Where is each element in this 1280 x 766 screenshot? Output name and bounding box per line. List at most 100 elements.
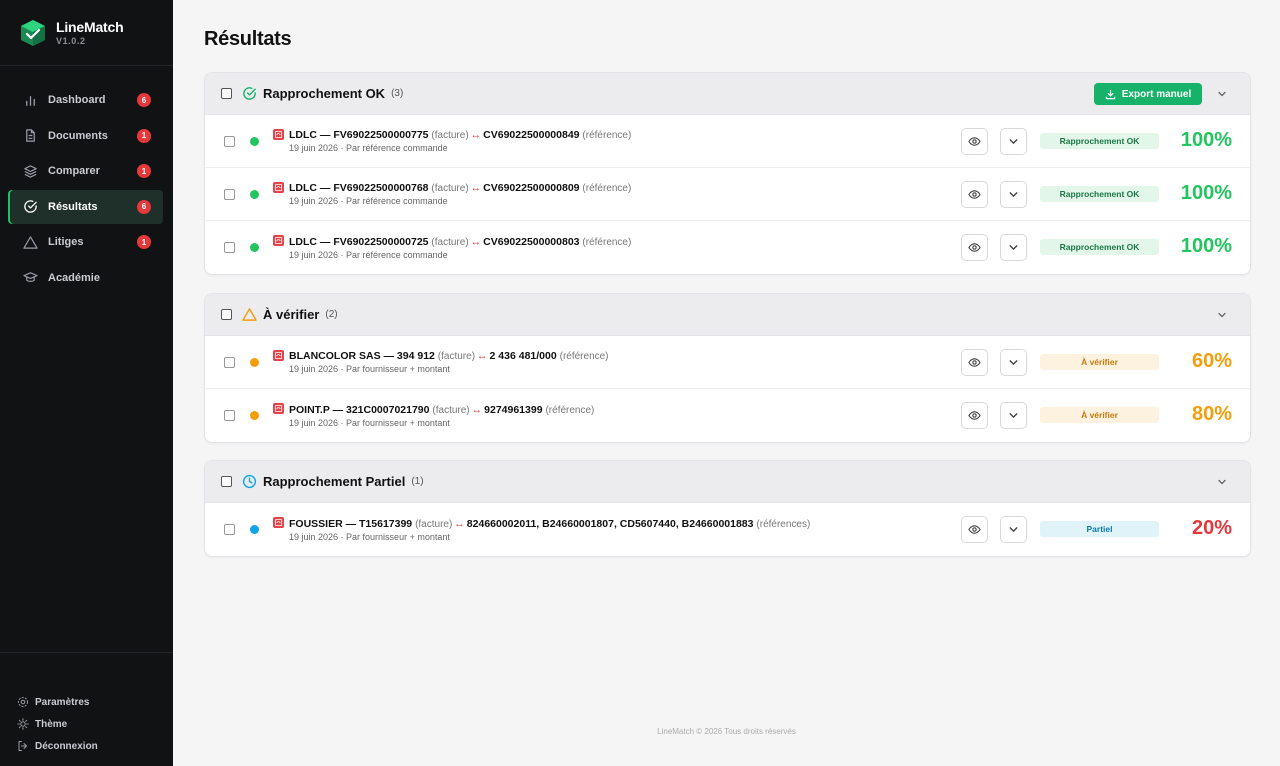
match-pair[interactable]: LDLC — FV69022500000768 (facture) ↔ CV6902…: [289, 182, 631, 194]
eye-icon: [968, 409, 981, 422]
export-manual-button[interactable]: Export manuel: [1094, 83, 1202, 105]
group-count: (3): [391, 88, 404, 99]
link-arrow: ↔: [477, 350, 488, 362]
pdf-icon: [273, 517, 284, 528]
logout-icon: [17, 740, 29, 752]
group-count: (2): [325, 309, 338, 320]
sidebar-item-documents[interactable]: Documents 1: [8, 119, 163, 153]
link-arrow: ↔: [470, 235, 482, 248]
chevron-down-icon: [1007, 188, 1020, 201]
view-button[interactable]: [961, 349, 988, 376]
expand-row-button[interactable]: [1000, 128, 1027, 155]
brand-name: LineMatch: [56, 18, 124, 35]
count-badge: 6: [137, 93, 151, 107]
match-pair[interactable]: LDLC — FV69022500000775 (facture) ↔ CV6902…: [289, 129, 631, 141]
sidebar-bottom: Paramètres Thème Déconnexion: [0, 652, 173, 766]
status-dot: [250, 189, 259, 199]
chevron-down-icon[interactable]: [1216, 88, 1228, 100]
invoice-type: (facture): [437, 351, 476, 362]
expand-row-button[interactable]: [1000, 349, 1027, 376]
sidebar-item-label: Comparer: [48, 165, 100, 177]
chevron-down-icon: [1007, 356, 1020, 369]
bar-chart-icon: [22, 92, 38, 108]
brand[interactable]: LineMatch V1.0.2: [0, 0, 173, 66]
sidebar-item-dashboard[interactable]: Dashboard 6: [8, 83, 163, 117]
reference-type: (référence): [582, 183, 632, 194]
row-text: LDLC — FV69022500000768 (facture) ↔ CV6902…: [289, 182, 631, 206]
count-badge: 6: [137, 199, 151, 214]
group-header[interactable]: À vérifier (2): [205, 294, 1250, 336]
result-row: LDLC — FV69022500000775 (facture) ↔ CV6902…: [205, 115, 1250, 168]
match-pair[interactable]: FOUSSIER — T15617399 (facture) ↔ 824660002…: [289, 518, 810, 530]
result-row: LDLC — FV69022500000725 (facture) ↔ CV6902…: [205, 221, 1250, 274]
row-select-checkbox[interactable]: [224, 356, 235, 368]
result-row: LDLC — FV69022500000768 (facture) ↔ CV6902…: [205, 168, 1250, 221]
eye-icon: [968, 135, 981, 148]
row-select-checkbox[interactable]: [224, 242, 235, 253]
sidebar: LineMatch V1.0.2 Dashboard 6 Documents 1…: [0, 0, 173, 766]
export-label: Export manuel: [1121, 88, 1192, 100]
status-dot: [250, 136, 259, 146]
invoice-ref: BLANCOLOR SAS — 394 912: [289, 350, 435, 362]
main-content: Résultats Rapprochement OK (3) Export manu…: [173, 0, 1280, 766]
sidebar-item-litiges[interactable]: Litiges 1: [8, 225, 163, 259]
result-group: À vérifier (2) BLANCOLOR SAS — 394 912 (fa…: [204, 293, 1251, 443]
settings-link[interactable]: Paramètres: [0, 691, 173, 713]
invoice-type: (facture): [431, 130, 469, 141]
group-header[interactable]: Rapprochement Partiel (1): [205, 461, 1250, 503]
row-select-checkbox[interactable]: [224, 524, 235, 535]
logout-link[interactable]: Déconnexion: [0, 735, 173, 757]
view-button[interactable]: [961, 516, 988, 543]
count-badge: 1: [137, 235, 151, 249]
group-header[interactable]: Rapprochement OK (3) Export manuel: [205, 73, 1250, 115]
gear-icon: [17, 696, 29, 708]
reference-ref: CV69022500000849: [483, 129, 580, 141]
group-title: Rapprochement OK: [263, 86, 386, 101]
sidebar-item-resultats[interactable]: Résultats 6: [8, 189, 163, 224]
pdf-icon: [273, 403, 284, 414]
invoice-ref: POINT.P — 321C0007021790: [289, 403, 430, 416]
reference-ref: CV69022500000809: [483, 182, 580, 194]
view-button[interactable]: [961, 181, 988, 208]
theme-toggle[interactable]: Thème: [0, 713, 173, 735]
row-select-checkbox[interactable]: [224, 135, 235, 147]
reference-ref: 9274961399: [484, 403, 543, 416]
status-badge: Partiel: [1040, 521, 1159, 537]
row-meta: 19 juin 2026 · Par référence commande: [289, 143, 448, 153]
row-select-checkbox[interactable]: [224, 410, 235, 421]
expand-row-button[interactable]: [1000, 234, 1027, 261]
reference-type: (référence): [582, 130, 632, 141]
sun-icon: [17, 718, 29, 730]
chevron-down-icon[interactable]: [1216, 476, 1228, 488]
eye-icon: [968, 523, 981, 536]
count-badge: 1: [137, 164, 151, 178]
match-pair[interactable]: POINT.P — 321C0007021790 (facture) ↔ 92749…: [289, 404, 594, 416]
view-button[interactable]: [961, 402, 988, 429]
status-dot: [250, 357, 259, 367]
group-select-checkbox[interactable]: [221, 309, 232, 320]
sidebar-item-academie[interactable]: Académie: [8, 261, 163, 295]
sidebar-item-comparer[interactable]: Comparer 1: [8, 154, 163, 188]
match-score: 80%: [1191, 403, 1232, 425]
chevron-down-icon[interactable]: [1216, 309, 1228, 321]
group-select-checkbox[interactable]: [221, 476, 232, 487]
reference-ref: 2 436 481/000: [489, 350, 557, 362]
reference-type: (références): [756, 518, 811, 530]
status-dot: [250, 243, 259, 252]
link-arrow: ↔: [454, 517, 465, 530]
sidebar-item-label: Litiges: [48, 236, 84, 248]
warning-icon: [242, 307, 257, 322]
expand-row-button[interactable]: [1000, 181, 1027, 208]
reference-type: (référence): [582, 236, 632, 248]
row-select-checkbox[interactable]: [224, 188, 235, 200]
view-button[interactable]: [961, 234, 988, 261]
group-select-checkbox[interactable]: [221, 88, 232, 99]
result-row: POINT.P — 321C0007021790 (facture) ↔ 92749…: [205, 389, 1250, 442]
view-button[interactable]: [961, 128, 988, 155]
expand-row-button[interactable]: [1000, 402, 1027, 429]
match-pair[interactable]: LDLC — FV69022500000725 (facture) ↔ CV6902…: [289, 236, 631, 248]
check-circle-icon: [22, 199, 38, 215]
group-title: À vérifier: [263, 307, 320, 322]
match-pair[interactable]: BLANCOLOR SAS — 394 912 (facture) ↔ 2 436 …: [289, 350, 609, 362]
expand-row-button[interactable]: [1000, 516, 1027, 543]
